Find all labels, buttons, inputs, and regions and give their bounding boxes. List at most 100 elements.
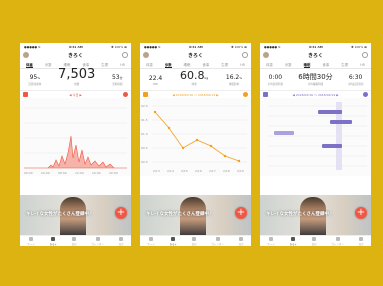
y-tick: 62.0 bbox=[141, 104, 148, 108]
carrier-signal: ●●●●● ≋ bbox=[264, 44, 281, 49]
sleep-chart bbox=[260, 98, 371, 176]
tab-steps[interactable]: 歩数 bbox=[285, 62, 292, 67]
stat-value: 16.2 bbox=[225, 74, 240, 81]
nav-home[interactable]: ホーム bbox=[147, 236, 155, 246]
stats-row: 95% 目標達成率 7,503 歩数 53分 活動時間 bbox=[20, 68, 131, 91]
weight-point[interactable] bbox=[167, 126, 171, 130]
nav-record[interactable]: きろく bbox=[49, 236, 57, 246]
gear-icon[interactable] bbox=[122, 52, 128, 58]
diary-icon bbox=[72, 236, 77, 241]
chart-toolbar: ◀ 2018/02/16 ～ 2018/02/19 ▶ bbox=[260, 91, 371, 98]
calendar-icon bbox=[95, 236, 100, 241]
calendar-icon[interactable] bbox=[23, 92, 28, 97]
tab-hr[interactable]: HR bbox=[360, 63, 365, 67]
sleep-bar[interactable] bbox=[330, 120, 352, 124]
record-icon bbox=[51, 236, 56, 241]
stat-label: 平均就寝時刻 bbox=[267, 83, 284, 86]
tab-sleep[interactable]: 睡眠 bbox=[184, 62, 191, 67]
weight-point[interactable] bbox=[237, 159, 241, 163]
home-icon bbox=[29, 236, 34, 241]
nav-home[interactable]: ホーム bbox=[27, 236, 35, 246]
y-tick: 60.5 bbox=[141, 146, 148, 150]
calendar-icon bbox=[335, 236, 340, 241]
menu-icon[interactable] bbox=[362, 92, 368, 97]
tab-weight[interactable]: 体重 bbox=[266, 62, 273, 67]
nav-diary[interactable]: 日記 bbox=[72, 236, 77, 246]
clock: 9:41 AM bbox=[68, 44, 83, 49]
nav-record[interactable]: きろく bbox=[169, 236, 177, 246]
bottom-nav: ホーム きろく 日記 カレンダー 設定 bbox=[20, 235, 131, 246]
date-navigator[interactable]: ◀ 2018/02/16 ～ 2018/02/19 ▶ bbox=[292, 93, 338, 97]
nav-diary[interactable]: 日記 bbox=[192, 236, 197, 246]
tab-hr[interactable]: HR bbox=[240, 63, 245, 67]
weight-point[interactable] bbox=[181, 146, 185, 150]
date-navigator[interactable]: ◀ 今日 ▶ bbox=[69, 93, 82, 97]
tab-period[interactable]: 生理 bbox=[221, 62, 228, 67]
weight-point[interactable] bbox=[195, 138, 199, 142]
bottom-nav: ホーム きろく 日記 カレンダー 設定 bbox=[140, 235, 251, 246]
add-button[interactable]: + bbox=[235, 207, 247, 219]
nav-calendar[interactable]: カレンダー bbox=[211, 236, 224, 246]
weight-point[interactable] bbox=[223, 154, 227, 158]
date-navigator[interactable]: ◀ 2018/02/16 ～ 2018/02/19 ▶ bbox=[172, 93, 218, 97]
add-button[interactable]: + bbox=[115, 207, 127, 219]
nav-home[interactable]: ホーム bbox=[267, 236, 275, 246]
stat-unit: 分 bbox=[119, 76, 123, 80]
chart-toolbar: ◀ 今日 ▶ bbox=[20, 91, 131, 98]
stat-value: 7,503 bbox=[58, 67, 96, 82]
tab-bar: 体重 歩数 睡眠 食事 生理 HR bbox=[140, 61, 251, 69]
nav-calendar[interactable]: カレンダー bbox=[91, 236, 104, 246]
home-icon bbox=[149, 236, 154, 241]
x-tick: 08:00 bbox=[58, 171, 67, 175]
sleep-grid bbox=[268, 102, 367, 170]
tab-meal[interactable]: 食事 bbox=[202, 62, 209, 67]
weight-point[interactable] bbox=[153, 110, 157, 114]
nav-settings[interactable]: 設定 bbox=[119, 236, 124, 246]
calendar-icon[interactable] bbox=[143, 92, 148, 97]
stat-steps: 7,503 歩数 bbox=[58, 68, 95, 86]
sleep-bar[interactable] bbox=[318, 110, 342, 114]
tab-bar: 体重 歩数 睡眠 食事 生理 HR bbox=[260, 61, 371, 69]
settings-icon bbox=[239, 236, 244, 241]
menu-icon[interactable] bbox=[123, 92, 128, 97]
nav-settings[interactable]: 設定 bbox=[359, 236, 364, 246]
tab-weight[interactable]: 体重 bbox=[146, 62, 153, 67]
stat-value: 22.4 bbox=[148, 75, 163, 82]
tab-period[interactable]: 生理 bbox=[101, 62, 108, 67]
steps-area bbox=[24, 135, 127, 169]
sleep-bar[interactable] bbox=[274, 131, 294, 135]
battery-icon: ✱ 100% ▬ bbox=[111, 44, 127, 49]
tab-meal[interactable]: 食事 bbox=[322, 62, 329, 67]
stat-active-time: 53分 活動時間 bbox=[112, 75, 123, 87]
gear-icon[interactable] bbox=[362, 52, 368, 58]
settings-icon bbox=[119, 236, 124, 241]
nav-diary[interactable]: 日記 bbox=[312, 236, 317, 246]
clock: 9:41 AM bbox=[188, 44, 203, 49]
avatar[interactable] bbox=[23, 52, 29, 58]
stat-label: 体重 bbox=[191, 83, 197, 86]
nav-record[interactable]: きろく bbox=[289, 236, 297, 246]
tab-period[interactable]: 生理 bbox=[341, 62, 348, 67]
tab-hr[interactable]: HR bbox=[120, 63, 125, 67]
ad-text: キレイな女性がたくさん登録中♪ bbox=[266, 212, 332, 217]
weight-point[interactable] bbox=[209, 144, 213, 148]
avatar[interactable] bbox=[263, 52, 269, 58]
x-tick: 04:00 bbox=[41, 171, 50, 175]
avatar[interactable] bbox=[143, 52, 149, 58]
tab-steps[interactable]: 歩数 bbox=[164, 62, 172, 68]
calendar-icon[interactable] bbox=[263, 92, 268, 97]
tab-sleep[interactable]: 睡眠 bbox=[303, 62, 311, 68]
add-button[interactable]: + bbox=[355, 207, 367, 219]
nav-calendar[interactable]: カレンダー bbox=[331, 236, 344, 246]
battery-icon: ✱ 100% ▬ bbox=[351, 44, 367, 49]
gear-icon[interactable] bbox=[242, 52, 248, 58]
x-tick: 2/17 bbox=[209, 169, 216, 173]
stats-row: 0:00 平均就寝時刻 6時間30分 平均睡眠時間 6:30 平均起床時刻 bbox=[260, 69, 371, 91]
sleep-bar[interactable] bbox=[322, 144, 342, 148]
tab-steps[interactable]: 歩数 bbox=[45, 62, 52, 67]
menu-icon[interactable] bbox=[242, 92, 248, 97]
y-tick: 61.5 bbox=[141, 118, 148, 122]
nav-settings[interactable]: 設定 bbox=[239, 236, 244, 246]
page-title: きろく bbox=[187, 53, 203, 59]
tab-weight[interactable]: 体重 bbox=[26, 62, 33, 68]
